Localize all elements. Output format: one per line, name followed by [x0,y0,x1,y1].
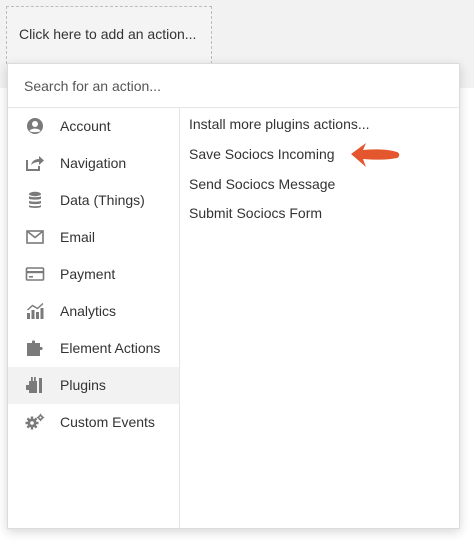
category-element-actions[interactable]: Element Actions [8,330,179,367]
category-label: Account [60,118,111,134]
category-data-things[interactable]: Data (Things) [8,182,179,219]
category-label: Navigation [60,155,127,171]
element-actions-icon [25,339,45,357]
canvas: Click here to add an action... Account [0,0,474,542]
category-email[interactable]: Email [8,219,179,256]
category-account[interactable]: Account [8,108,179,145]
category-analytics[interactable]: Analytics [8,293,179,330]
analytics-icon [25,302,45,320]
navigation-icon [25,154,45,172]
email-icon [25,228,45,246]
category-plugins[interactable]: Plugins [8,367,179,404]
account-icon [25,117,45,135]
add-action-button[interactable]: Click here to add an action... [6,6,212,64]
search-row [8,64,459,108]
category-label: Plugins [60,377,106,393]
action-save-sociocs-incoming[interactable]: Save Sociocs Incoming [189,146,335,162]
install-more-plugins-link[interactable]: Install more plugins actions... [189,116,370,132]
category-label: Email [60,229,96,245]
category-label: Payment [60,266,116,282]
category-label: Analytics [60,303,117,319]
action-send-sociocs-message[interactable]: Send Sociocs Message [189,176,335,192]
category-label: Data (Things) [60,192,145,208]
action-picker-dropdown: Account Navigation [7,63,460,529]
category-custom-events[interactable]: Custom Events [8,404,179,441]
custom-events-icon [25,413,45,431]
annotation-arrow-icon [351,143,400,167]
plugins-icon [25,376,45,394]
category-label: Element Actions [60,340,161,356]
search-input[interactable] [8,64,459,107]
category-payment[interactable]: Payment [8,256,179,293]
database-icon [25,191,45,209]
category-navigation[interactable]: Navigation [8,145,179,182]
category-list: Account Navigation Data (Things) Email P… [8,108,180,528]
category-label: Custom Events [60,414,155,430]
payment-icon [25,265,45,283]
action-submit-sociocs-form[interactable]: Submit Sociocs Form [189,205,322,221]
